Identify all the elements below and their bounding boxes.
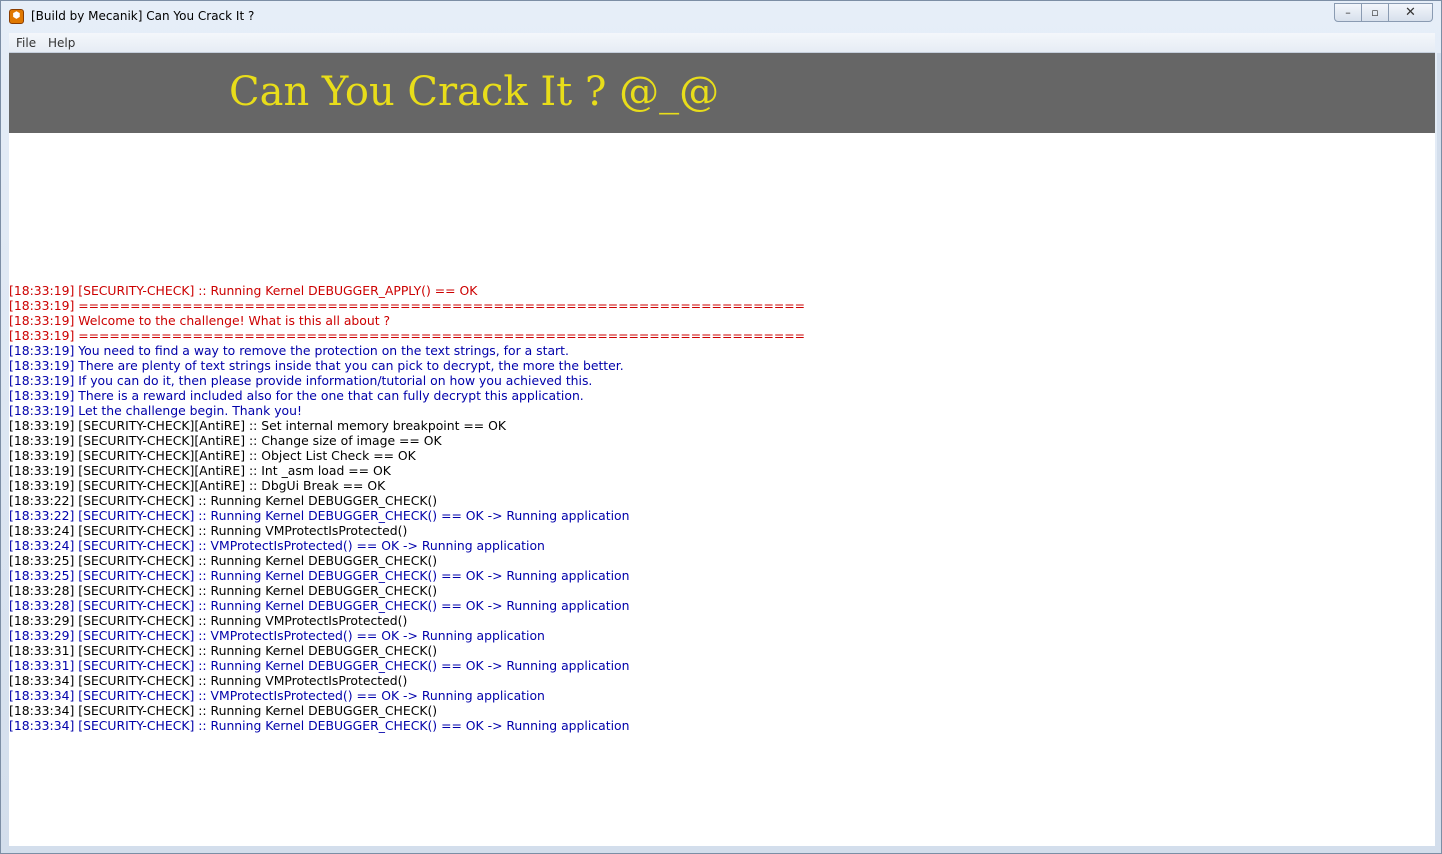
log-line: [18:33:34] [SECURITY-CHECK] :: Running K… (9, 718, 630, 733)
log-line: [18:33:24] [SECURITY-CHECK] :: VMProtect… (9, 538, 545, 553)
log-output: [18:33:19] [SECURITY-CHECK] :: Running K… (9, 283, 1429, 733)
menu-file[interactable]: File (16, 36, 36, 50)
menu-bar: File Help (9, 33, 1435, 53)
log-line: [18:33:24] [SECURITY-CHECK] :: Running V… (9, 523, 408, 538)
log-line: [18:33:19] [SECURITY-CHECK][AntiRE] :: C… (9, 433, 442, 448)
log-line: [18:33:19] [SECURITY-CHECK][AntiRE] :: S… (9, 418, 506, 433)
title-bar[interactable]: ⬢ [Build by Mecanik] Can You Crack It ? … (1, 1, 1441, 33)
log-line: [18:33:22] [SECURITY-CHECK] :: Running K… (9, 508, 630, 523)
app-icon[interactable]: ⬢ (9, 9, 24, 24)
log-line: [18:33:19] There is a reward included al… (9, 388, 584, 403)
log-line: [18:33:19] You need to find a way to rem… (9, 343, 569, 358)
log-line: [18:33:29] [SECURITY-CHECK] :: Running V… (9, 613, 408, 628)
log-line: [18:33:31] [SECURITY-CHECK] :: Running K… (9, 658, 630, 673)
log-line: [18:33:19] [SECURITY-CHECK][AntiRE] :: D… (9, 478, 386, 493)
log-line: [18:33:28] [SECURITY-CHECK] :: Running K… (9, 598, 630, 613)
log-line: [18:33:19] [SECURITY-CHECK] :: Running K… (9, 283, 478, 298)
banner-title: Can You Crack It ? @_@ (229, 69, 720, 115)
log-panel[interactable]: [18:33:19] [SECURITY-CHECK] :: Running K… (9, 133, 1435, 846)
log-line: [18:33:25] [SECURITY-CHECK] :: Running K… (9, 568, 630, 583)
window-title: [Build by Mecanik] Can You Crack It ? (31, 9, 255, 23)
header-banner: Can You Crack It ? @_@ (9, 53, 1435, 133)
log-line: [18:33:34] [SECURITY-CHECK] :: Running K… (9, 703, 438, 718)
log-line: [18:33:19] =============================… (9, 328, 805, 343)
log-line: [18:33:19] =============================… (9, 298, 805, 313)
minimize-button[interactable]: – (1334, 3, 1362, 22)
log-line: [18:33:31] [SECURITY-CHECK] :: Running K… (9, 643, 438, 658)
log-line: [18:33:19] Welcome to the challenge! Wha… (9, 313, 391, 328)
menu-help[interactable]: Help (48, 36, 75, 50)
app-window: ⬢ [Build by Mecanik] Can You Crack It ? … (0, 0, 1442, 854)
log-line: [18:33:28] [SECURITY-CHECK] :: Running K… (9, 583, 438, 598)
log-line: [18:33:19] If you can do it, then please… (9, 373, 593, 388)
log-line: [18:33:19] [SECURITY-CHECK][AntiRE] :: O… (9, 448, 416, 463)
log-line: [18:33:29] [SECURITY-CHECK] :: VMProtect… (9, 628, 545, 643)
log-line: [18:33:25] [SECURITY-CHECK] :: Running K… (9, 553, 438, 568)
log-line: [18:33:19] Let the challenge begin. Than… (9, 403, 302, 418)
window-controls: – ▫ ✕ (1334, 3, 1433, 23)
log-line: [18:33:19] [SECURITY-CHECK][AntiRE] :: I… (9, 463, 391, 478)
log-line: [18:33:34] [SECURITY-CHECK] :: Running V… (9, 673, 408, 688)
log-line: [18:33:22] [SECURITY-CHECK] :: Running K… (9, 493, 438, 508)
maximize-button[interactable]: ▫ (1362, 3, 1389, 22)
log-line: [18:33:34] [SECURITY-CHECK] :: VMProtect… (9, 688, 545, 703)
window-edge (1437, 53, 1441, 846)
log-line: [18:33:19] There are plenty of text stri… (9, 358, 624, 373)
close-button[interactable]: ✕ (1389, 3, 1433, 22)
